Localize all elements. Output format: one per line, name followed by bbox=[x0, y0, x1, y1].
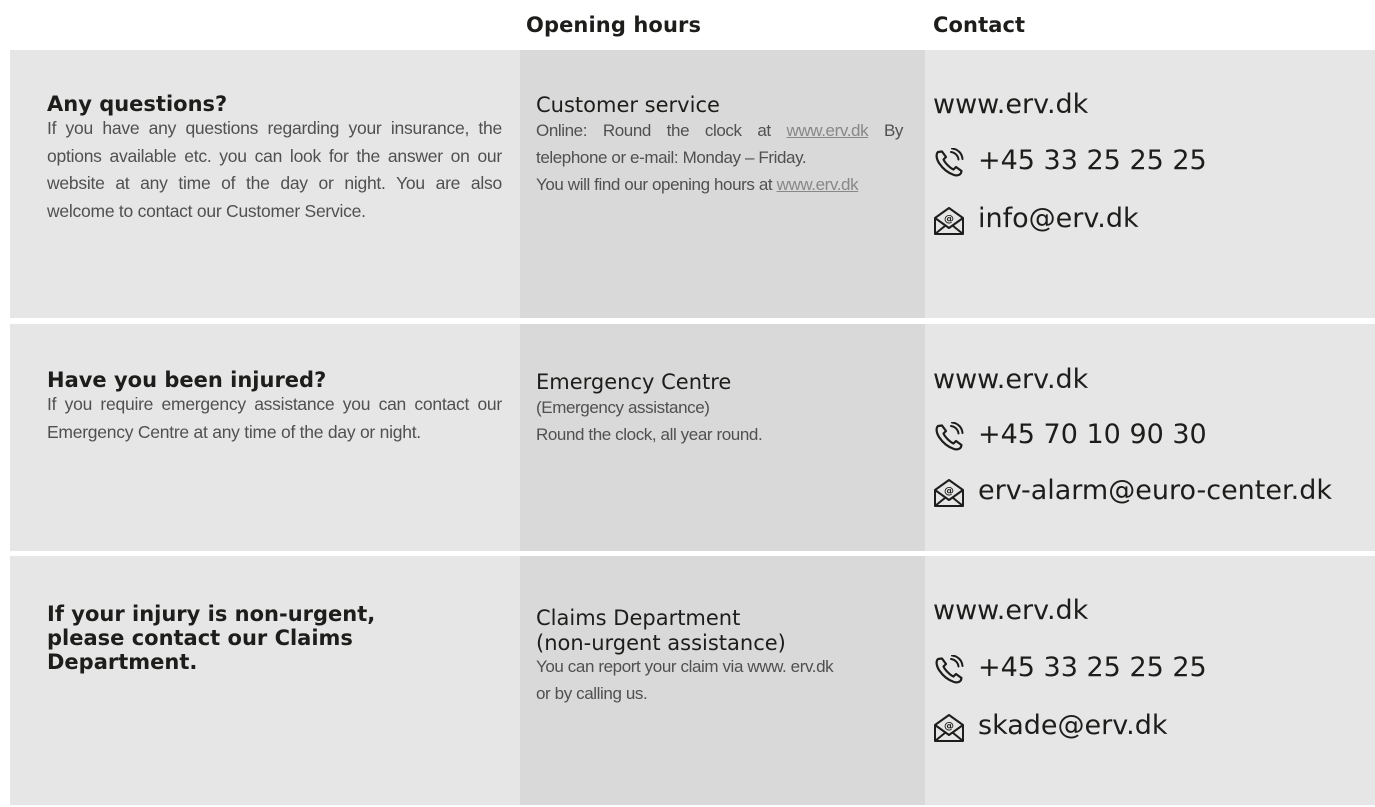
service-name: Customer service bbox=[536, 93, 720, 117]
row-title: Any questions? bbox=[47, 92, 228, 116]
opening-hours-cell: Claims Department (non-urgent assistance… bbox=[520, 556, 925, 805]
phone-icon bbox=[935, 148, 964, 177]
row-title: If your injury is non-urgent, please con… bbox=[47, 602, 376, 674]
email-icon: @ bbox=[934, 207, 964, 235]
service-name: Claims Department bbox=[536, 606, 741, 630]
opening-hours-cell: Emergency Centre (Emergency assistance) … bbox=[520, 324, 925, 551]
header-contact: Contact bbox=[933, 13, 1026, 37]
service-subtitle: (non-urgent assistance) bbox=[536, 631, 786, 655]
row-description: If you have any questions regarding your… bbox=[47, 118, 502, 221]
email-icon: @ bbox=[934, 479, 964, 507]
service-description: Online: Round the clock at www.erv.dk By… bbox=[536, 121, 903, 194]
website-text: www.erv.dk bbox=[933, 595, 1089, 626]
service-subtitle: (Emergency assistance) bbox=[536, 398, 710, 417]
service-description: You can report your claim via www. erv.d… bbox=[536, 657, 834, 703]
contact-info-page: Opening hours Contact Customer service O… bbox=[0, 0, 1375, 807]
email-address[interactable]: info@erv.dk bbox=[978, 204, 1139, 234]
service-name: Emergency Centre bbox=[536, 370, 732, 394]
table-header: Opening hours Contact bbox=[0, 0, 1375, 50]
svg-text:@: @ bbox=[944, 721, 954, 732]
row-any-questions: Customer service Online: Round the clock… bbox=[10, 50, 1375, 318]
row-title: Have you been injured? bbox=[47, 368, 327, 392]
phone-number[interactable]: +45 33 25 25 25 bbox=[978, 653, 1207, 683]
phone-icon bbox=[935, 655, 964, 684]
opening-hours-link[interactable]: www.erv.dk bbox=[777, 175, 859, 194]
svg-text:@: @ bbox=[944, 486, 954, 497]
opening-hours-cell: Customer service Online: Round the clock… bbox=[520, 50, 925, 318]
phone-number[interactable]: +45 70 10 90 30 bbox=[978, 420, 1207, 450]
website-link[interactable]: www.erv.dk bbox=[787, 121, 869, 140]
phone-icon bbox=[935, 422, 964, 451]
phone-number[interactable]: +45 33 25 25 25 bbox=[978, 146, 1207, 176]
row-injured: Emergency Centre (Emergency assistance) … bbox=[10, 324, 1375, 551]
svg-text:@: @ bbox=[944, 214, 954, 225]
service-description: Round the clock, all year round. bbox=[536, 425, 763, 444]
email-address[interactable]: skade@erv.dk bbox=[978, 711, 1167, 741]
website-text: www.erv.dk bbox=[933, 89, 1089, 120]
row-description: If you require emergency assistance you … bbox=[47, 394, 502, 442]
row-non-urgent: Claims Department (non-urgent assistance… bbox=[10, 556, 1375, 805]
website-text: www.erv.dk bbox=[933, 364, 1089, 395]
email-address[interactable]: erv-alarm@euro-center.dk bbox=[978, 476, 1332, 506]
email-icon: @ bbox=[934, 714, 964, 742]
header-opening-hours: Opening hours bbox=[526, 13, 702, 37]
